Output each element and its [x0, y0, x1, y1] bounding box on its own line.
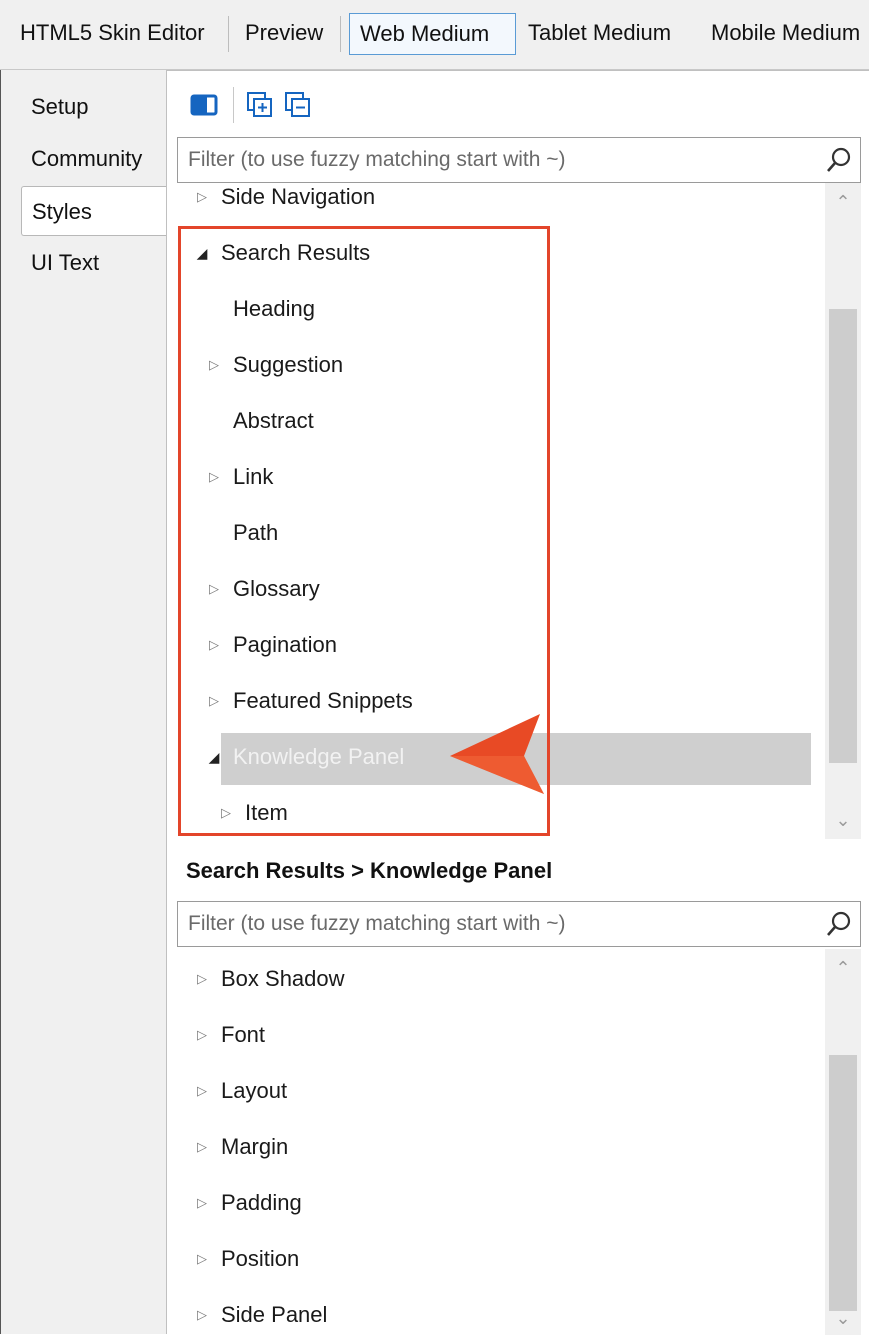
side-tab-community[interactable]: Community [21, 134, 171, 184]
property-label: Padding [221, 1190, 302, 1215]
scrollbar-thumb[interactable] [829, 1055, 857, 1311]
tree-item-search-results[interactable]: ◢ Search Results [177, 227, 817, 279]
properties-filter [177, 901, 861, 947]
expand-arrow-icon[interactable]: ▷ [205, 451, 223, 503]
tree-item-label: Abstract [233, 408, 314, 433]
property-padding[interactable]: ▷ Padding [177, 1177, 817, 1229]
expand-arrow-icon[interactable]: ▷ [205, 563, 223, 615]
styles-filter [177, 137, 861, 183]
property-font[interactable]: ▷ Font [177, 1009, 817, 1061]
tree-item-label: Link [233, 464, 274, 489]
side-tab-ui-text[interactable]: UI Text [21, 238, 171, 288]
property-layout[interactable]: ▷ Layout [177, 1065, 817, 1117]
properties-tree: ▷ Box Shadow ▷ Font ▷ Layout ▷ Margin ▷ … [177, 949, 861, 1335]
expand-arrow-icon[interactable]: ▷ [193, 1065, 211, 1117]
styles-toolbar [177, 81, 867, 131]
property-position[interactable]: ▷ Position [177, 1233, 817, 1285]
expand-arrow-icon[interactable]: ▷ [193, 1009, 211, 1061]
top-toolbar: HTML5 Skin Editor Preview Web Medium Tab… [0, 0, 869, 70]
tree-item-abstract[interactable]: Abstract [177, 395, 817, 447]
side-tab-styles[interactable]: Styles [21, 186, 169, 236]
property-side-panel[interactable]: ▷ Side Panel [177, 1289, 817, 1335]
tree-item-heading[interactable]: Heading [177, 283, 817, 335]
tree-item-path[interactable]: Path [177, 507, 817, 559]
tree-item-pagination[interactable]: ▷ Pagination [177, 619, 817, 671]
property-label: Font [221, 1022, 266, 1047]
expand-arrow-icon[interactable]: ▷ [205, 339, 223, 391]
expand-arrow-icon[interactable]: ▷ [193, 1121, 211, 1173]
tree-item-suggestion[interactable]: ▷ Suggestion [177, 339, 817, 391]
expand-arrow-icon[interactable]: ▷ [193, 1177, 211, 1229]
scroll-down-icon[interactable]: ⌄ [825, 805, 861, 835]
tree-item-label: Search Results [221, 240, 371, 265]
expand-arrow-icon[interactable]: ▷ [193, 953, 211, 1005]
scroll-up-icon[interactable]: ⌃ [825, 187, 861, 217]
side-tab-strip: Setup Community Styles UI Text [0, 70, 169, 1334]
scroll-up-icon[interactable]: ⌃ [825, 953, 861, 983]
expand-all-icon[interactable] [245, 90, 275, 120]
expand-arrow-icon[interactable]: ▷ [193, 1233, 211, 1285]
property-label: Side Panel [221, 1302, 328, 1327]
tree-item-label: Side Navigation [221, 184, 376, 209]
expand-arrow-icon[interactable]: ▷ [193, 1289, 211, 1335]
tree-item-label: Glossary [233, 576, 320, 601]
properties-tree-scrollbar[interactable]: ⌃ ⌄ [825, 949, 861, 1335]
tree-item-label: Pagination [233, 632, 337, 657]
expand-arrow-icon[interactable]: ▷ [193, 183, 211, 223]
tree-item-link[interactable]: ▷ Link [177, 451, 817, 503]
styles-panel: ▷ Side Navigation ◢ Search Results Headi… [166, 70, 869, 1335]
tab-preview[interactable]: Preview [235, 13, 333, 55]
toolbar-separator [233, 87, 234, 123]
tree-item-label: Path [233, 520, 279, 545]
tree-item-label: Heading [233, 296, 315, 321]
property-label: Position [221, 1246, 300, 1271]
tree-item-label: Knowledge Panel [233, 744, 405, 769]
tab-tablet-medium[interactable]: Tablet Medium [518, 13, 681, 55]
tab-mobile-medium[interactable]: Mobile Medium [701, 13, 869, 55]
selection-path-title: Search Results > Knowledge Panel [186, 858, 553, 883]
tree-item-side-navigation[interactable]: ▷ Side Navigation [177, 183, 817, 223]
property-label: Box Shadow [221, 966, 345, 991]
property-margin[interactable]: ▷ Margin [177, 1121, 817, 1173]
styles-filter-input[interactable] [186, 138, 806, 182]
tab-html5-skin-editor[interactable]: HTML5 Skin Editor [10, 13, 215, 55]
tab-web-medium[interactable]: Web Medium [349, 13, 516, 55]
tree-item-label: Item [245, 800, 288, 825]
tree-item-label: Suggestion [233, 352, 344, 377]
tree-item-glossary[interactable]: ▷ Glossary [177, 563, 817, 615]
expand-arrow-icon[interactable]: ▷ [205, 675, 223, 727]
toolbar-separator [228, 16, 229, 52]
styles-tree-scrollbar[interactable]: ⌃ ⌄ [825, 183, 861, 839]
scrollbar-thumb[interactable] [829, 309, 857, 763]
search-icon[interactable] [824, 909, 854, 939]
property-label: Layout [221, 1078, 288, 1103]
expand-arrow-icon[interactable]: ▷ [217, 787, 235, 839]
collapse-all-icon[interactable] [283, 90, 313, 120]
tree-item-label: Featured Snippets [233, 688, 413, 713]
expand-arrow-icon[interactable]: ▷ [205, 619, 223, 671]
search-icon[interactable] [824, 145, 854, 175]
collapse-arrow-icon[interactable]: ◢ [193, 227, 211, 279]
side-tab-setup[interactable]: Setup [21, 82, 171, 132]
properties-filter-input[interactable] [186, 902, 806, 946]
scroll-down-icon[interactable]: ⌄ [825, 1303, 861, 1333]
toolbar-separator [340, 16, 341, 52]
property-label: Margin [221, 1134, 289, 1159]
property-box-shadow[interactable]: ▷ Box Shadow [177, 953, 817, 1005]
callout-arrow-icon [450, 714, 544, 794]
toggle-panel-icon[interactable] [189, 90, 219, 120]
